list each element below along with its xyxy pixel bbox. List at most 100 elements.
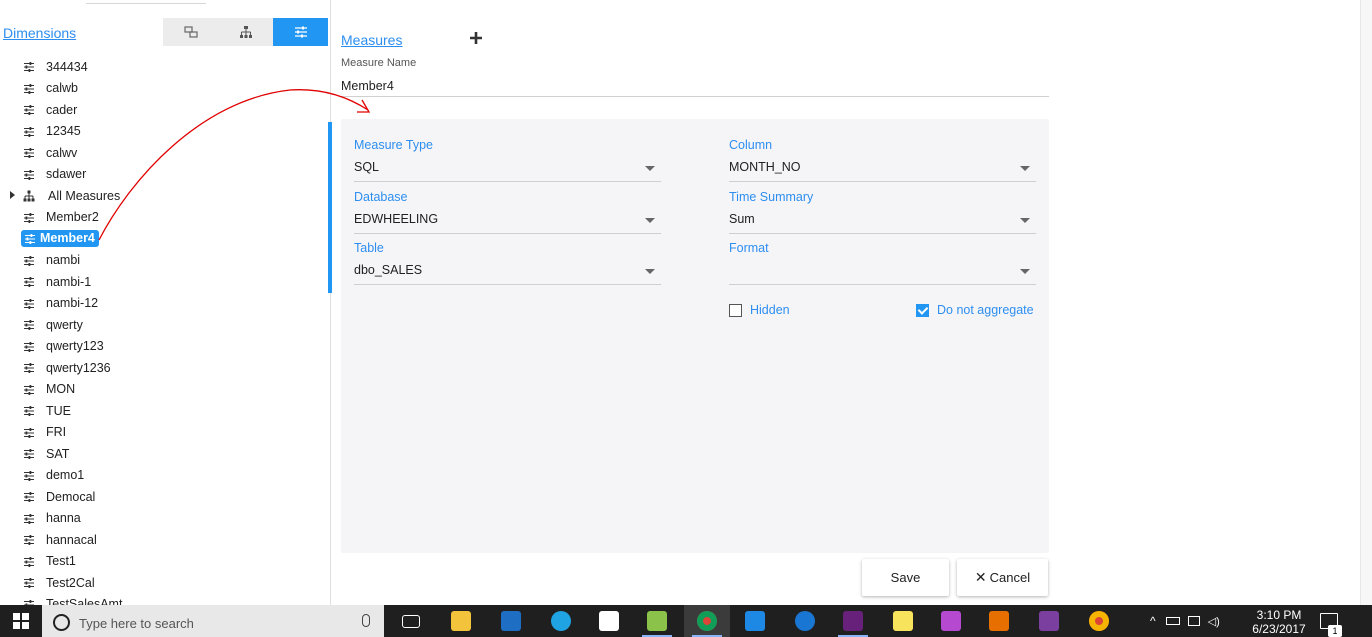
sliders-icon (23, 384, 35, 396)
volume-icon[interactable]: ◁) (1208, 615, 1220, 628)
tab-detail-view[interactable] (163, 18, 218, 46)
network-icon[interactable] (1187, 616, 1200, 626)
sliders-icon (23, 470, 35, 482)
column-value: MONTH_NO (729, 160, 801, 174)
tree-item[interactable]: cader (0, 99, 331, 121)
tree-group-item[interactable]: All Measures (0, 185, 331, 207)
hidden-checkbox[interactable]: Hidden (729, 303, 790, 317)
tree-item-label: MON (46, 382, 76, 397)
taskbar-search[interactable]: Type here to search (42, 605, 384, 637)
table-select[interactable]: dbo_SALES (354, 263, 661, 285)
page-scrollbar[interactable] (1360, 0, 1372, 605)
dimensions-link[interactable]: Dimensions (3, 25, 76, 41)
save-button[interactable]: Save (862, 559, 949, 596)
column-select[interactable]: MONTH_NO (729, 160, 1036, 182)
top-input-underline[interactable] (86, 0, 206, 4)
checkbox-checked-icon (916, 303, 929, 317)
tree-item[interactable]: TestSalesAmt (0, 594, 331, 605)
start-button[interactable] (0, 605, 42, 637)
time-summary-select[interactable]: Sum (729, 212, 1036, 234)
tree-item[interactable]: hannacal (0, 529, 331, 551)
java-icon[interactable] (976, 605, 1022, 637)
tree-item[interactable]: nambi-1 (0, 271, 331, 293)
chrome-icon-2[interactable] (1076, 605, 1122, 637)
measure-type-label: Measure Type (354, 138, 433, 152)
tree-item[interactable]: demo1 (0, 465, 331, 487)
file-explorer-icon[interactable] (438, 605, 484, 637)
chrome-icon[interactable] (684, 605, 730, 637)
tree-item-label: nambi (46, 253, 81, 268)
tree-item[interactable]: MON (0, 379, 331, 401)
chevron-up-icon[interactable]: ^ (1150, 614, 1156, 628)
windows-icon (13, 613, 29, 629)
tree-item[interactable]: 12345 (0, 121, 331, 143)
clock-time: 3:10 PM (1256, 608, 1302, 622)
sliders-icon (23, 319, 35, 331)
detail-view-icon (183, 26, 198, 38)
add-icon[interactable] (468, 30, 484, 46)
sliders-icon (23, 491, 35, 503)
time-summary-label: Time Summary (729, 190, 814, 204)
tab-hierarchy-view[interactable] (218, 18, 273, 46)
save-label: Save (890, 570, 921, 585)
chevron-down-icon (1020, 166, 1030, 171)
tree-item[interactable]: qwerty (0, 314, 331, 336)
notepadpp-icon[interactable] (634, 605, 680, 637)
tree-item[interactable]: Member4 (0, 228, 331, 250)
time-summary-value: Sum (729, 212, 755, 226)
outlook-icon[interactable] (488, 605, 534, 637)
format-select[interactable] (729, 263, 1036, 285)
caret-right-icon[interactable] (10, 191, 15, 199)
tree-item[interactable]: Democal (0, 486, 331, 508)
visual-studio-icon[interactable] (830, 605, 876, 637)
tree-item-label: qwerty (46, 317, 83, 332)
edge-icon[interactable] (782, 605, 828, 637)
tree-item[interactable]: Member2 (0, 207, 331, 229)
tree-item[interactable]: calwv (0, 142, 331, 164)
measure-name-input[interactable] (341, 75, 1049, 97)
sliders-icon (23, 405, 35, 417)
tree-item[interactable]: FRI (0, 422, 331, 444)
database-select[interactable]: EDWHEELING (354, 212, 661, 234)
tree-item[interactable]: 344434 (0, 56, 331, 78)
tree-item-label: 12345 (46, 124, 81, 139)
sliders-icon (23, 255, 35, 267)
tree-item[interactable]: TUE (0, 400, 331, 422)
store-icon[interactable] (586, 605, 632, 637)
taskbar: Type here to search ^ ◁) 3:10 PM 6/23/20… (0, 605, 1372, 637)
battery-icon[interactable] (1165, 617, 1180, 625)
tree-item-label: sdawer (46, 167, 87, 182)
sliders-icon (23, 126, 35, 138)
system-clock[interactable]: 3:10 PM 6/23/2017 (1244, 608, 1314, 636)
tree-item[interactable]: qwerty1236 (0, 357, 331, 379)
tree-item-label: FRI (46, 425, 67, 440)
app-icon[interactable] (1026, 605, 1072, 637)
tree-item[interactable]: SAT (0, 443, 331, 465)
skype-icon[interactable] (538, 605, 584, 637)
task-view-icon[interactable] (388, 605, 434, 637)
tree-item[interactable]: sdawer (0, 164, 331, 186)
tree-item[interactable]: nambi (0, 250, 331, 272)
tree-item[interactable]: qwerty123 (0, 336, 331, 358)
do-not-aggregate-checkbox[interactable]: Do not aggregate (916, 303, 1034, 317)
cancel-button[interactable]: ✕ Cancel (957, 559, 1048, 596)
close-icon: ✕ (974, 569, 987, 585)
tree-item-label: qwerty1236 (46, 360, 111, 375)
tab-measures-view[interactable] (273, 18, 328, 46)
measure-type-select[interactable]: SQL (354, 160, 661, 182)
tree-item-label: TestSalesAmt (46, 597, 123, 605)
paint-icon[interactable] (928, 605, 974, 637)
tree-item[interactable]: Test1 (0, 551, 331, 573)
measures-link[interactable]: Measures (341, 32, 402, 48)
chevron-down-icon (645, 218, 655, 223)
microphone-icon[interactable] (362, 614, 370, 627)
tree-item[interactable]: hanna (0, 508, 331, 530)
tree-item-label: hanna (46, 511, 81, 526)
sliders-icon (23, 341, 35, 353)
tree-item[interactable]: Test2Cal (0, 572, 331, 594)
sticky-notes-icon[interactable] (880, 605, 926, 637)
tree-item[interactable]: nambi-12 (0, 293, 331, 315)
vs-code-icon[interactable] (732, 605, 778, 637)
search-placeholder: Type here to search (79, 616, 194, 631)
tree-item[interactable]: calwb (0, 78, 331, 100)
